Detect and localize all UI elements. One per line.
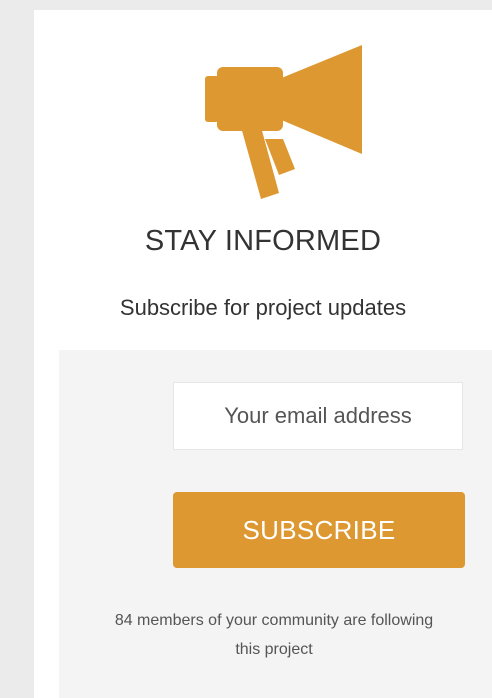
subscribe-form: SUBSCRIBE 84 members of your community a… xyxy=(59,350,492,698)
widget-title: STAY INFORMED xyxy=(144,225,382,257)
widget-subtitle: Subscribe for project updates xyxy=(119,295,407,320)
email-input[interactable] xyxy=(173,382,463,450)
subscribe-button[interactable]: SUBSCRIBE xyxy=(173,492,465,568)
megaphone-icon xyxy=(205,45,363,205)
subscribe-card: STAY INFORMED Subscribe for project upda… xyxy=(34,10,492,698)
community-note-line-2: this project xyxy=(235,641,313,658)
community-note: 84 members of your community are followi… xyxy=(34,606,492,664)
community-note-line-1: 84 members of your community are followi… xyxy=(114,612,434,629)
